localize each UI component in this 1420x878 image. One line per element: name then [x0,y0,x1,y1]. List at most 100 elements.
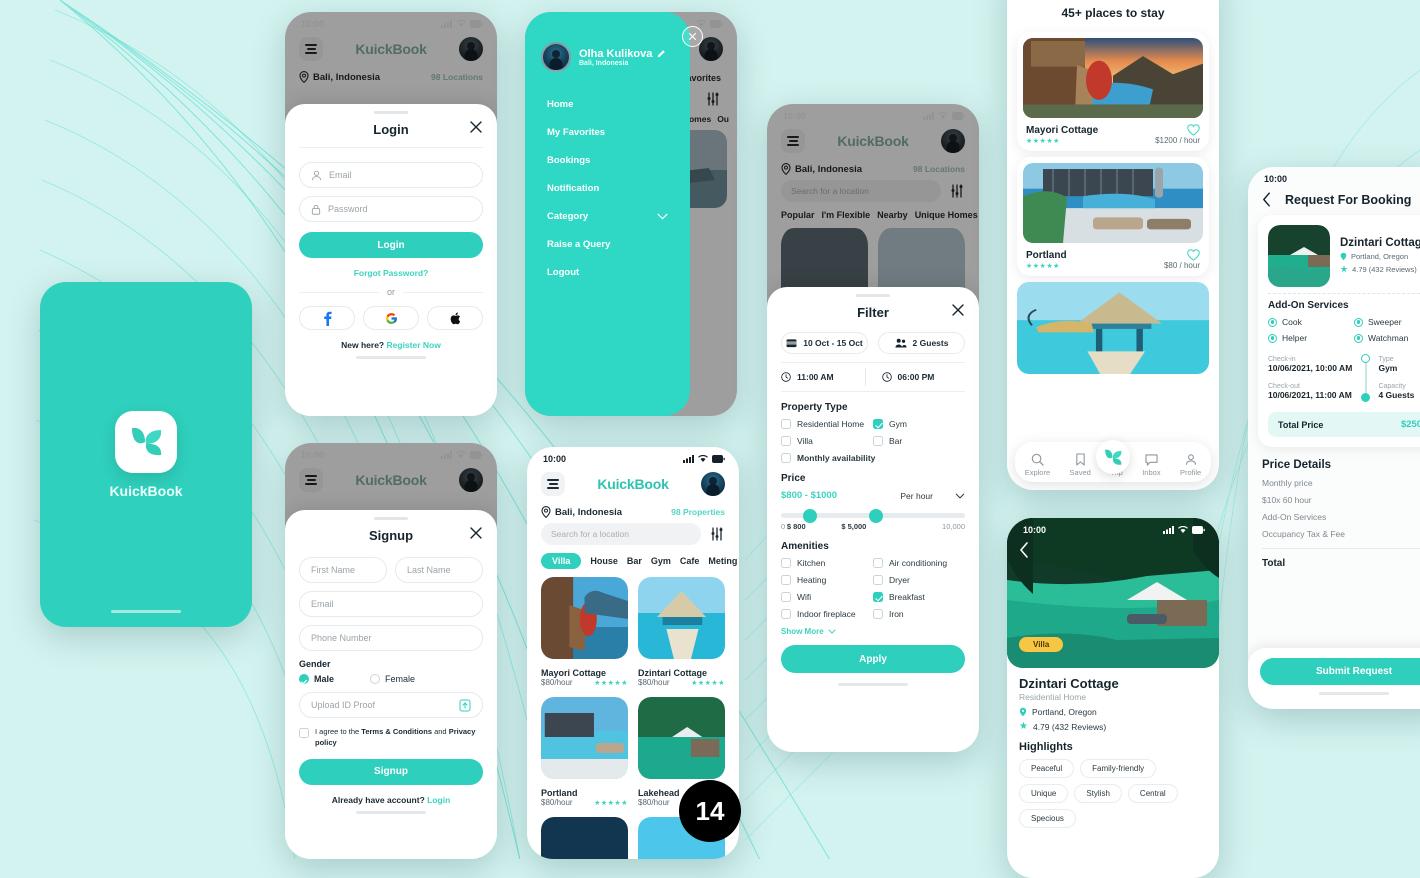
price-unit-select[interactable]: Per hour [900,491,965,501]
search-row[interactable]: Search for a location [767,180,979,202]
listing-card[interactable]: Portland $80/hour ★★★★★ [541,697,628,807]
listing-card[interactable]: Mayori Cottage $80/hour ★★★★★ [541,577,628,687]
highlight-peaceful[interactable]: Peaceful [1019,759,1075,778]
search-input[interactable]: Search for a location [541,523,701,545]
listing-card[interactable]: Dzintari Cottage $80/hour ★★★★★ [638,577,725,687]
filter-icon[interactable] [709,526,725,542]
nav-explore[interactable]: Explore [1025,453,1050,477]
upload-icon[interactable] [459,699,471,712]
sheet-grabber[interactable] [374,111,408,114]
back-button[interactable] [1262,192,1271,207]
facebook-login-button[interactable] [299,306,355,330]
detail-screen[interactable]: 10:00 Villa Dzintari Cottage Residential… [1007,518,1219,878]
property-type-villa[interactable]: Villa [781,436,873,446]
filter-icon[interactable] [949,183,965,199]
booking-request-screen[interactable]: 10:00 Request For Booking Dzintari Cotta… [1248,167,1420,709]
category-chip-bar[interactable]: Bar [627,556,642,566]
avatar[interactable] [458,468,483,492]
checkbox[interactable] [873,436,883,446]
heart-icon[interactable] [1187,249,1200,261]
avatar[interactable] [700,472,725,496]
booking-property[interactable]: Dzintari Cottage Portland, Oregon ★ 4.79… [1268,225,1420,287]
close-icon[interactable] [951,303,965,317]
upload-id-field[interactable]: Upload ID Proof [299,692,483,718]
login-button[interactable]: Login [299,232,483,258]
tab-popular[interactable]: Popular [781,210,815,220]
highlight-specious[interactable]: Specious [1019,809,1076,828]
login-sheet[interactable]: Login Email Password Login Forgot Passwo… [285,104,497,416]
property-type-gym[interactable]: Gym [873,419,965,429]
trip-fab-button[interactable] [1096,440,1130,474]
category-chip-meting[interactable]: Meting [708,556,737,566]
time-from-field[interactable]: 11:00 AM [781,363,865,391]
price-slider-knob-low[interactable] [803,508,818,523]
highlight-central[interactable]: Central [1127,784,1178,803]
place-card[interactable]: Portland ★★★★★ $80 / hour [1017,157,1209,276]
current-location[interactable]: Bali, Indonesia [299,71,380,83]
drawer-item-logout[interactable]: Logout [525,258,690,286]
time-to-field[interactable]: 06:00 PM [866,363,966,391]
drawer-item-my-favorites[interactable]: My Favorites [525,118,690,146]
avatar[interactable] [940,129,965,153]
tab-overflow[interactable]: Ou [717,114,729,124]
addon-sweeper[interactable]: Sweeper [1354,317,1420,327]
social-logins[interactable] [299,306,483,330]
checkbox[interactable] [781,419,791,429]
show-more-button[interactable]: Show More [781,627,965,636]
forgot-password-link[interactable]: Forgot Password? [285,268,497,278]
checkbox[interactable] [781,592,791,602]
filter-screen[interactable]: 10:00 KuickBook Bali, Indonesia 98 Locat… [767,104,979,752]
tab-unique-homes[interactable]: Unique Homes [915,210,978,220]
drawer-item-home[interactable]: Home [525,90,690,118]
category-chip-gym[interactable]: Gym [651,556,671,566]
amenity-dryer[interactable]: Dryer [873,575,965,585]
radio-selected-icon[interactable] [1354,317,1363,327]
drawer-screen[interactable]: 10:00 My Favorites Unique Homes Ou [525,12,737,416]
menu-button[interactable] [299,37,323,61]
nav-profile[interactable]: Profile [1180,453,1201,477]
radio-selected-icon[interactable] [1268,317,1277,327]
checkbox[interactable] [873,558,883,568]
place-card[interactable]: Mayori Cottage ★★★★★ $1200 / hour [1017,32,1209,151]
amenity-iron[interactable]: Iron [873,609,965,619]
category-chip-cafe[interactable]: Cafe [680,556,700,566]
checkbox-checked[interactable] [873,419,883,429]
category-chip-villa[interactable]: Villa [541,553,582,569]
radio-selected-icon[interactable] [1354,333,1363,343]
checkbox[interactable] [781,575,791,585]
drawer-item-bookings[interactable]: Bookings [525,146,690,174]
terms-checkbox[interactable] [299,728,309,738]
back-button[interactable] [1019,542,1029,558]
drawer-item-category[interactable]: Category [525,202,690,230]
login-link[interactable]: Login [427,795,450,805]
addon-cook[interactable]: Cook [1268,317,1354,327]
current-location[interactable]: Bali, Indonesia [541,506,622,518]
avatar[interactable] [458,37,483,61]
property-type-bar[interactable]: Bar [873,436,965,446]
apple-login-button[interactable] [427,306,483,330]
price-slider-knob-high[interactable] [869,508,884,523]
password-field[interactable]: Password [299,196,483,222]
avatar[interactable] [699,37,723,61]
home-tabs[interactable]: Popular I'm Flexible Nearby Unique Homes… [767,202,979,224]
listing-card[interactable] [541,817,628,859]
tab-nearby[interactable]: Nearby [877,210,908,220]
checkbox[interactable] [781,436,791,446]
places-screen[interactable]: 45+ places to stay Mayori Cottage ★★★★★ … [1007,0,1219,490]
signup-sheet[interactable]: Signup First Name Last Name Email Phone … [285,510,497,859]
phone-field[interactable]: Phone Number [299,625,483,651]
signup-screen[interactable]: 10:00 KuickBook Signup First Name Last N… [285,443,497,859]
amenity-wifi[interactable]: Wifi [781,592,873,602]
amenity-air-conditioning[interactable]: Air conditioning [873,558,965,568]
price-slider[interactable] [781,508,965,523]
addon-options[interactable]: Cook Sweeper Helper Watchman [1268,317,1420,343]
radio-selected-icon[interactable] [1268,333,1277,343]
checkbox[interactable] [873,575,883,585]
sheet-grabber[interactable] [374,517,408,520]
email-field[interactable]: Email [299,162,483,188]
checkbox[interactable] [781,558,791,568]
date-range-button[interactable]: 10 Oct - 15 Oct [781,332,868,354]
signup-button[interactable]: Signup [299,758,483,785]
search-input[interactable]: Search for a location [781,180,941,202]
highlight-unique[interactable]: Unique [1019,784,1069,803]
